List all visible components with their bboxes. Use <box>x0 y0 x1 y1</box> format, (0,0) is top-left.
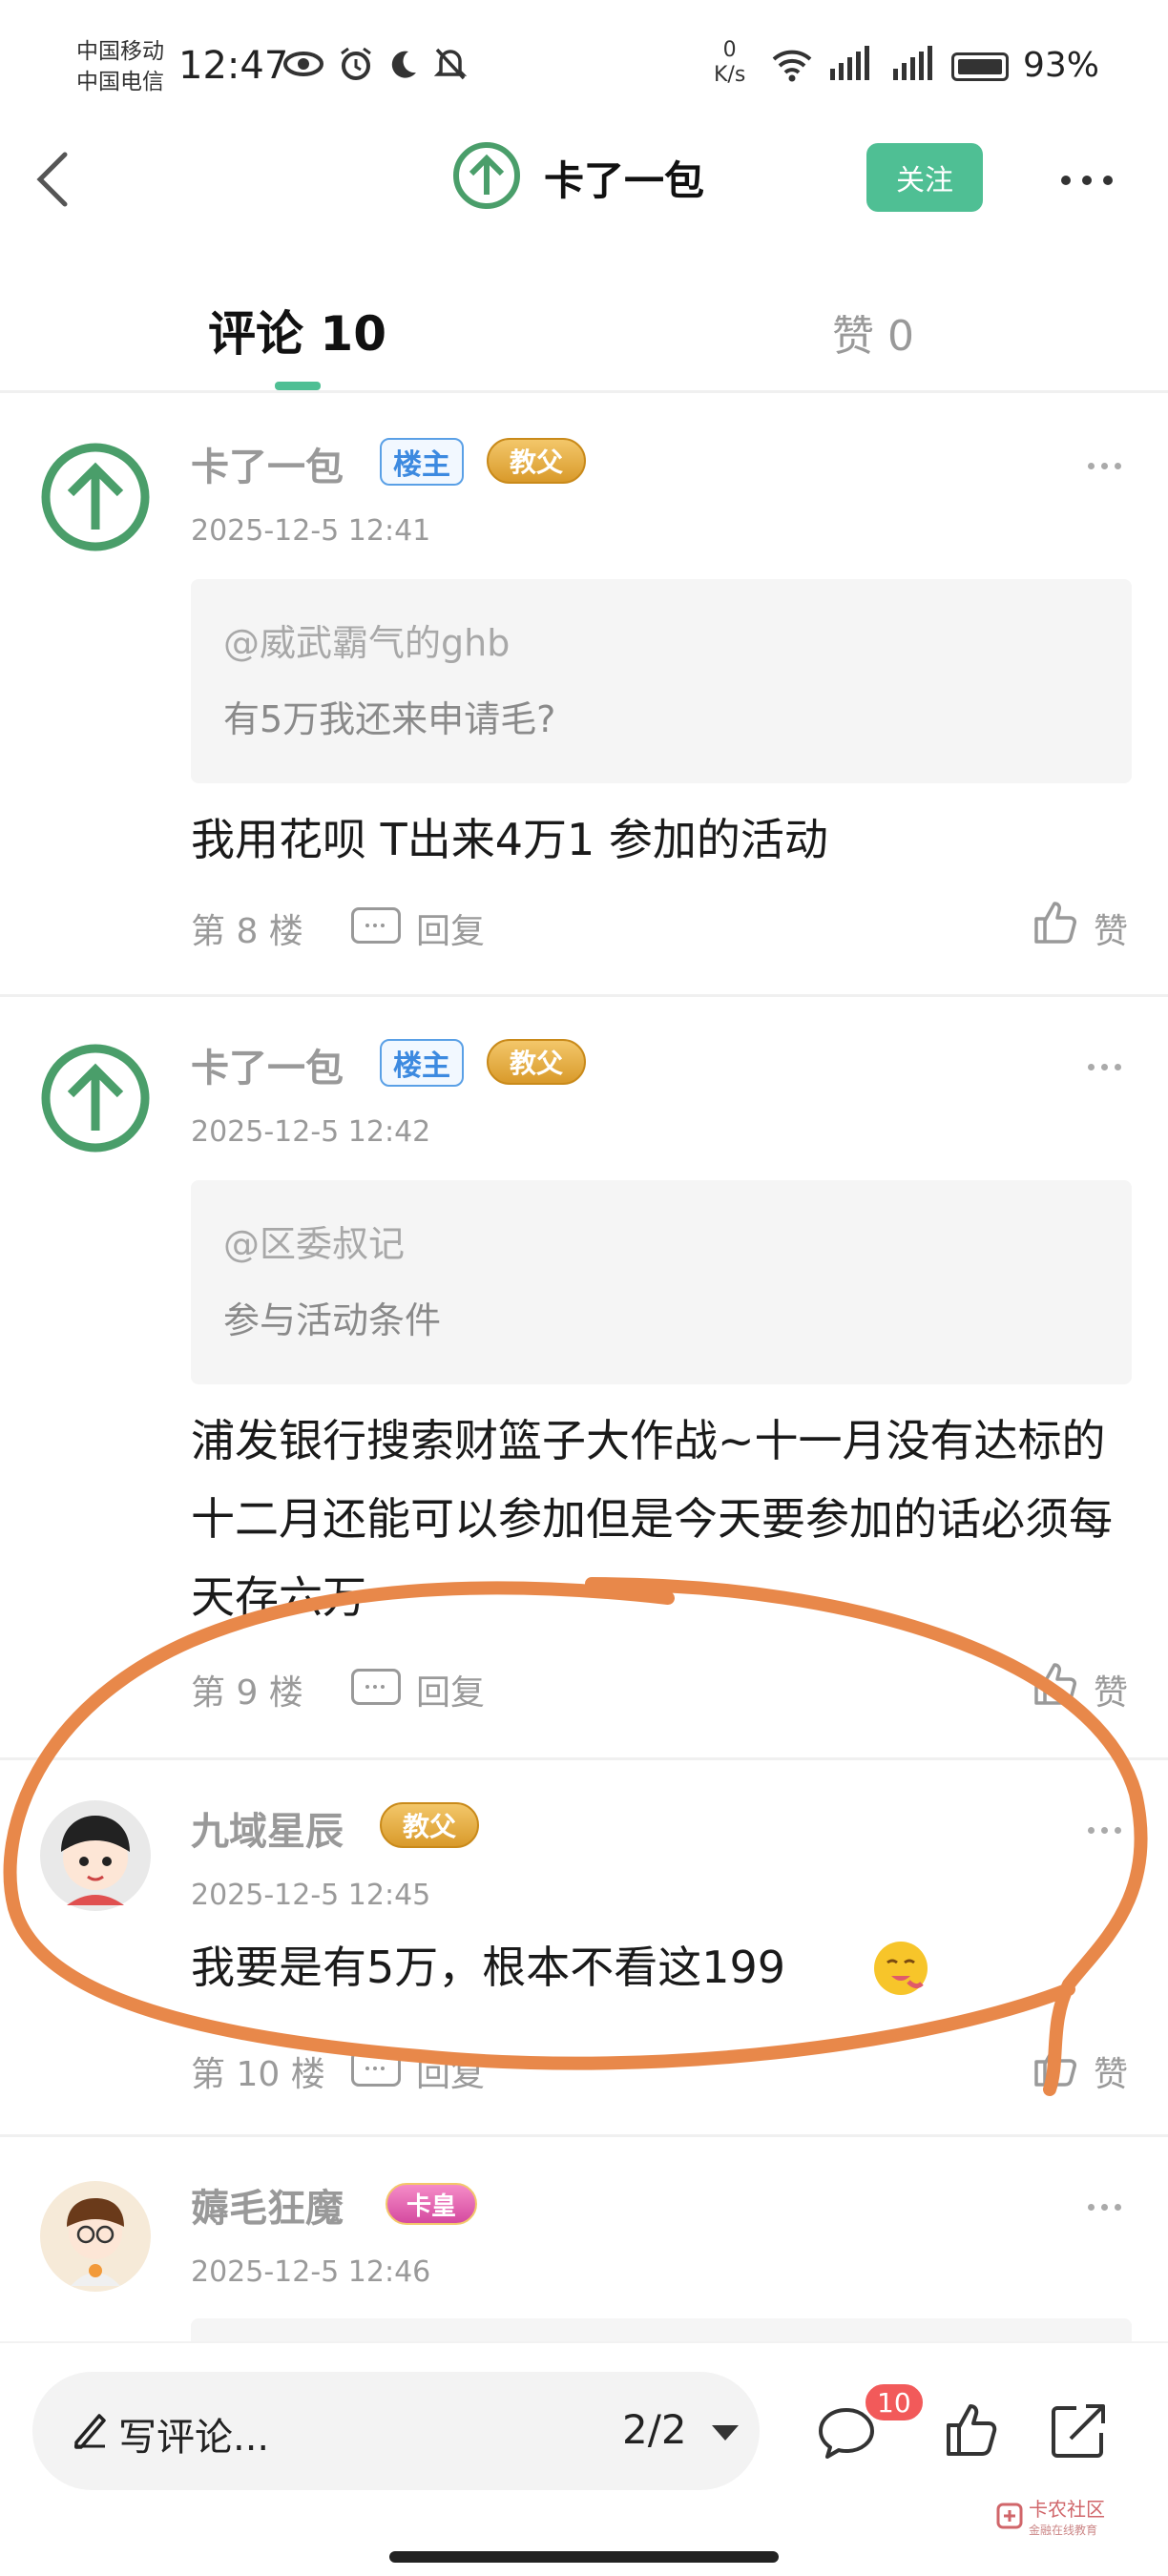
thumbs-up-icon[interactable] <box>1032 2043 1078 2088</box>
net-speed-unit: K/s <box>714 63 746 87</box>
home-indicator[interactable] <box>389 2551 779 2563</box>
more-icon[interactable] <box>1061 176 1113 185</box>
owner-badge: 楼主 <box>380 438 464 486</box>
reply-icon[interactable] <box>351 2050 401 2087</box>
signal-1-icon <box>830 46 869 80</box>
quoted-comment[interactable]: @区委叔记 参与活动条件 <box>191 1180 1132 1384</box>
user-avatar[interactable] <box>38 1798 153 1913</box>
pen-icon <box>74 2414 106 2449</box>
carrier-2: 中国电信 <box>76 70 164 94</box>
battery-icon <box>951 52 1009 81</box>
wifi-icon <box>772 50 812 82</box>
watermark-icon <box>996 2503 1023 2529</box>
comment-count-badge: 10 <box>863 2381 926 2423</box>
write-comment-placeholder[interactable]: 写评论... <box>118 2406 269 2462</box>
quoted-comment <box>191 2318 1132 2341</box>
quoted-comment[interactable]: @威武霸气的ghb 有5万我还来申请毛? <box>191 579 1132 783</box>
reply-icon[interactable] <box>351 907 401 944</box>
thumbs-up-icon[interactable] <box>1032 1661 1078 1707</box>
back-arrow-icon[interactable] <box>29 151 76 208</box>
alarm-icon <box>341 47 371 80</box>
moon-icon <box>391 51 416 78</box>
write-comment-input[interactable]: 写评论... 2/2 <box>32 2372 760 2490</box>
tab-bar: 评论 10 赞 0 <box>0 267 1168 393</box>
page-title: 卡了一包 <box>544 157 705 204</box>
comment-author[interactable]: 卡了一包 <box>191 436 344 491</box>
mute-bell-icon <box>433 48 468 80</box>
rank-badge: 教父 <box>487 438 587 484</box>
owner-badge: 楼主 <box>380 1039 464 1087</box>
watermark-text: 卡农社区 <box>1029 2498 1105 2521</box>
rank-badge: 教父 <box>487 1039 587 1085</box>
share-icon[interactable] <box>1048 2400 1109 2460</box>
net-speed-value: 0 <box>722 38 737 62</box>
signal-2-icon <box>893 46 932 80</box>
battery-percent: 93% <box>1023 46 1100 85</box>
quote-mention[interactable]: @威武霸气的ghb <box>223 613 510 666</box>
emoji-icon <box>874 1942 928 1995</box>
page-indicator[interactable]: 2/2 <box>622 2406 687 2453</box>
thumbs-up-icon[interactable] <box>1032 900 1078 945</box>
status-icons <box>282 46 468 82</box>
eye-icon <box>283 52 323 76</box>
tab-comments[interactable]: 评论 10 <box>208 296 386 364</box>
quote-mention[interactable]: @区委叔记 <box>223 1215 405 1267</box>
reply-button[interactable]: 回复 <box>416 2046 485 2096</box>
carrier-info: 中国移动 中国电信 <box>76 36 164 97</box>
comment-time: 2025-12-5 12:41 <box>191 514 431 548</box>
comment-item: 九域星辰 教父 2025-12-5 12:45 我要是有5万，根本不看这199 … <box>0 1760 1168 2137</box>
like-button[interactable]: 赞 <box>1094 1665 1128 1714</box>
up-arrow-avatar-icon[interactable] <box>38 440 153 554</box>
net-speed: 0 K/s <box>714 38 745 88</box>
top-nav: 卡了一包 关注 <box>0 124 1168 229</box>
comment-author[interactable]: 薅毛狂魔 <box>191 2177 344 2233</box>
comment-body: 我用花呗 T出来4万1 参加的活动 <box>191 814 828 865</box>
comment-time: 2025-12-5 12:45 <box>191 1879 431 1912</box>
reply-icon[interactable] <box>351 1669 401 1705</box>
bottom-bar: 写评论... 2/2 10 卡农社区 金融在线教育 <box>0 2341 1168 2576</box>
comment-more-icon[interactable] <box>1088 1064 1121 1070</box>
quote-text: 参与活动条件 <box>223 1299 442 1341</box>
comment-more-icon[interactable] <box>1088 463 1121 469</box>
like-button[interactable]: 赞 <box>1094 904 1128 953</box>
comment-author[interactable]: 九域星辰 <box>191 1800 344 1856</box>
reply-button[interactable]: 回复 <box>416 904 485 953</box>
comment-time: 2025-12-5 12:42 <box>191 1115 431 1149</box>
carrier-1: 中国移动 <box>76 39 164 64</box>
floor-number: 第 9 楼 <box>191 1673 303 1713</box>
follow-button[interactable]: 关注 <box>866 143 983 212</box>
rank-badge: 卡皇 <box>386 2183 478 2225</box>
comment-more-icon[interactable] <box>1088 1827 1121 1834</box>
quote-text: 有5万我还来申请毛? <box>223 698 556 740</box>
comment-item: 卡了一包 楼主 教父 2025-12-5 12:42 @区委叔记 参与活动条件 … <box>0 997 1168 1760</box>
caret-down-icon[interactable] <box>712 2425 739 2441</box>
comment-author[interactable]: 卡了一包 <box>191 1037 344 1092</box>
comment-body: 我要是有5万，根本不看这199 <box>191 1942 786 1993</box>
floor-number: 第 10 楼 <box>191 2055 325 2094</box>
status-time: 12:47 <box>178 44 289 88</box>
comment-item: 卡了一包 楼主 教父 2025-12-5 12:41 @威武霸气的ghb 有5万… <box>0 396 1168 997</box>
comment-item: 薅毛狂魔 卡皇 2025-12-5 12:46 <box>0 2137 1168 2341</box>
up-arrow-avatar-icon[interactable] <box>452 141 521 210</box>
floor-number: 第 8 楼 <box>191 912 303 951</box>
user-avatar[interactable] <box>38 2179 153 2294</box>
comment-time: 2025-12-5 12:46 <box>191 2255 431 2289</box>
comment-body: 浦发银行搜索财篮子大作战~十一月没有达标的十二月还能可以参加但是今天要参加的话必… <box>191 1415 1113 1623</box>
thumbs-up-icon[interactable] <box>945 2402 998 2458</box>
comment-more-icon[interactable] <box>1088 2204 1121 2211</box>
tab-active-indicator <box>275 382 321 390</box>
tab-likes[interactable]: 赞 0 <box>832 301 914 363</box>
up-arrow-avatar-icon[interactable] <box>38 1041 153 1155</box>
rank-badge: 教父 <box>380 1802 480 1848</box>
reply-button[interactable]: 回复 <box>416 1665 485 1714</box>
watermark-subtext: 金融在线教育 <box>1029 2524 1098 2537</box>
watermark-logo: 卡农社区 金融在线教育 <box>996 2494 1105 2538</box>
like-button[interactable]: 赞 <box>1094 2046 1128 2096</box>
status-bar: 中国移动 中国电信 12:47 0 K/s 93% <box>0 0 1168 124</box>
